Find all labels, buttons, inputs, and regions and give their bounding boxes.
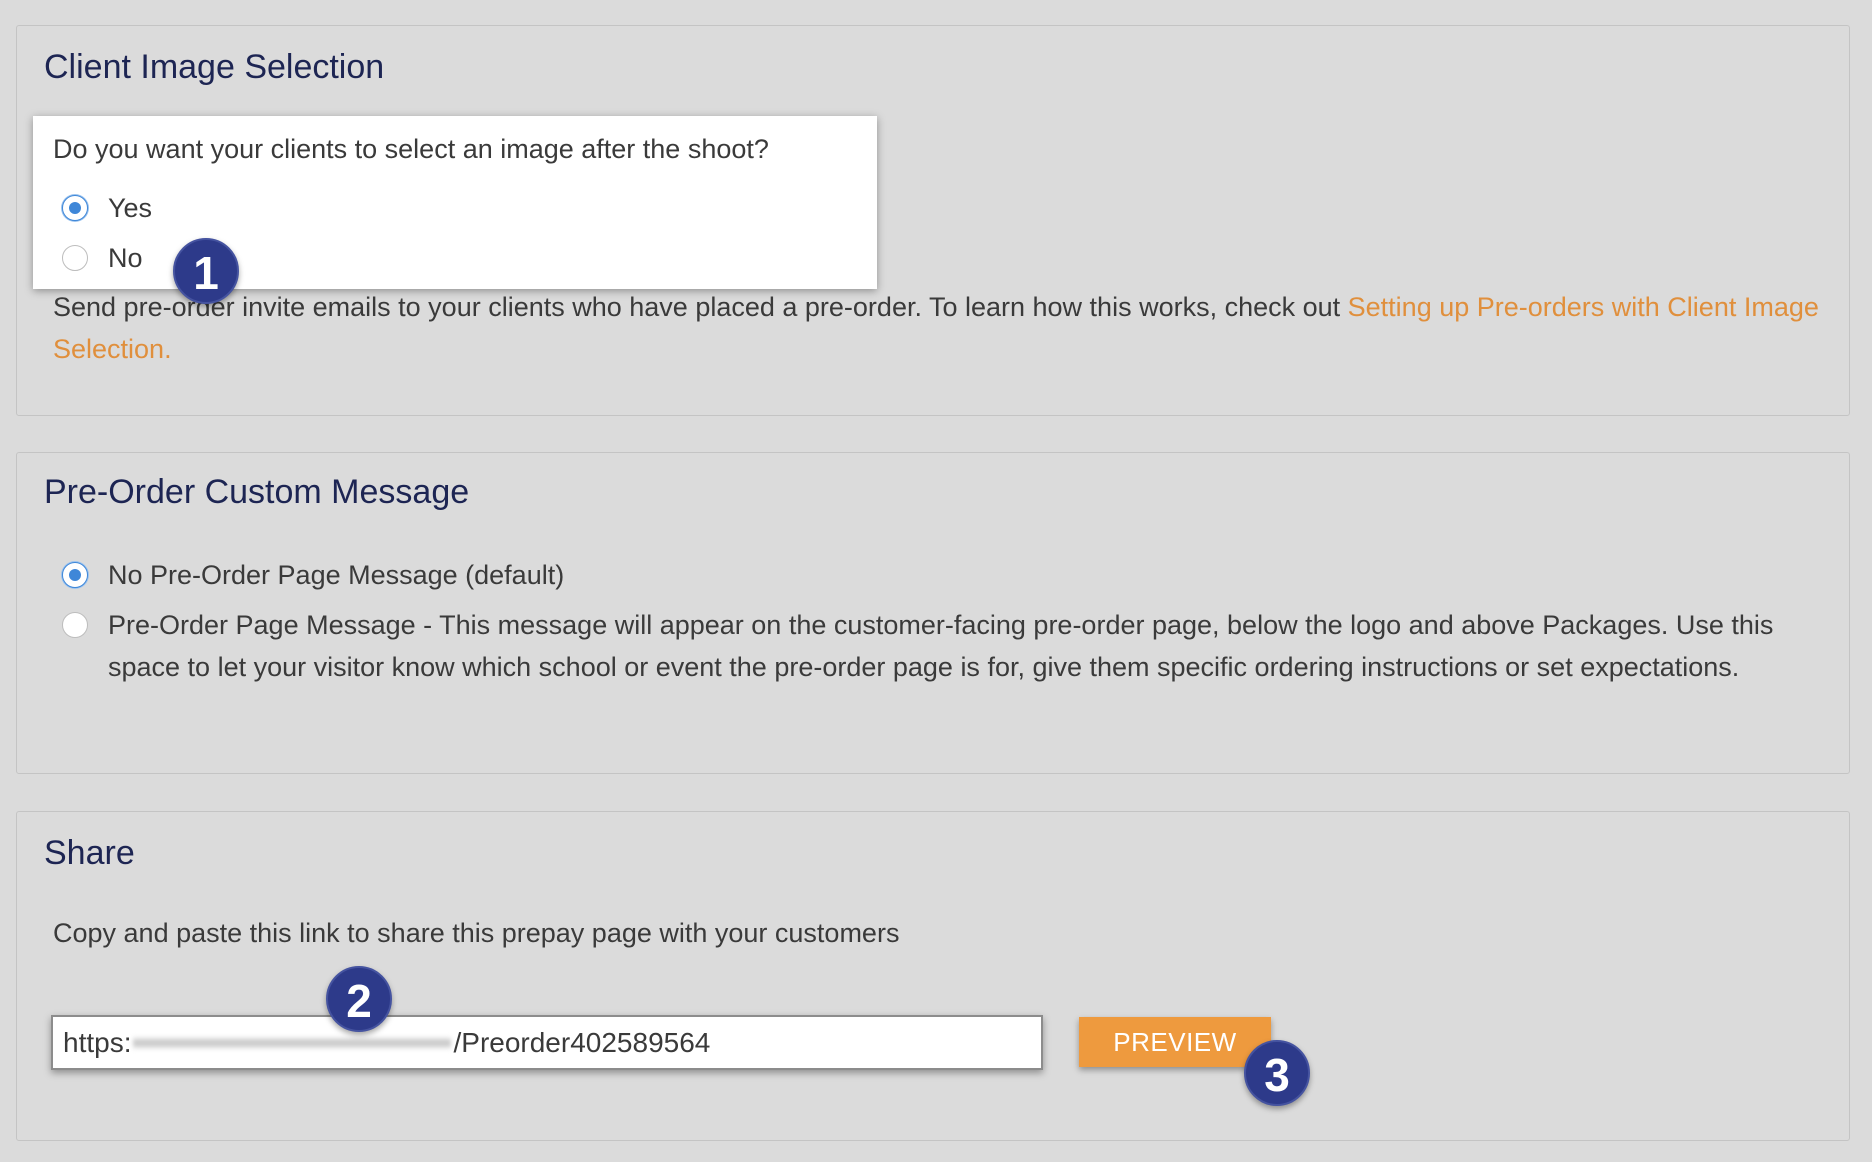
pre-order-custom-message-title: Pre-Order Custom Message bbox=[44, 473, 470, 511]
client-image-selection-question: Do you want your clients to select an im… bbox=[53, 134, 769, 164]
radio-page-message[interactable] bbox=[62, 612, 88, 638]
description-text: Send pre-order invite emails to your cli… bbox=[53, 292, 1348, 322]
annotation-badge-1: 1 bbox=[173, 238, 239, 304]
share-url-prefix: https: bbox=[63, 1026, 132, 1058]
radio-option-no-message[interactable]: No Pre-Order Page Message (default) bbox=[62, 554, 564, 596]
share-url-suffix: /Preorder402589564 bbox=[453, 1026, 711, 1058]
share-url-field[interactable]: https: /Preorder402589564 bbox=[51, 1015, 1043, 1070]
radio-yes-label[interactable]: Yes bbox=[108, 187, 152, 229]
radio-no[interactable] bbox=[62, 245, 88, 271]
radio-option-no[interactable]: No bbox=[62, 237, 143, 279]
redacted-url-segment bbox=[133, 1035, 452, 1050]
share-instructions: Copy and paste this link to share this p… bbox=[53, 918, 900, 948]
radio-page-message-label[interactable]: Pre-Order Page Message - This message wi… bbox=[108, 604, 1822, 688]
radio-option-yes[interactable]: Yes bbox=[62, 187, 152, 229]
annotation-badge-3: 3 bbox=[1244, 1040, 1310, 1106]
preview-button[interactable]: PREVIEW bbox=[1079, 1017, 1271, 1067]
radio-no-message[interactable] bbox=[62, 562, 88, 588]
radio-option-page-message[interactable]: Pre-Order Page Message - This message wi… bbox=[62, 604, 1822, 688]
radio-no-label[interactable]: No bbox=[108, 237, 143, 279]
client-image-selection-title: Client Image Selection bbox=[44, 48, 385, 86]
share-title: Share bbox=[44, 834, 135, 872]
radio-yes[interactable] bbox=[62, 195, 88, 221]
share-panel: Share bbox=[16, 811, 1850, 1141]
client-image-selection-description: Send pre-order invite emails to your cli… bbox=[53, 286, 1843, 370]
radio-no-message-label[interactable]: No Pre-Order Page Message (default) bbox=[108, 554, 564, 596]
annotation-badge-2: 2 bbox=[326, 966, 392, 1032]
